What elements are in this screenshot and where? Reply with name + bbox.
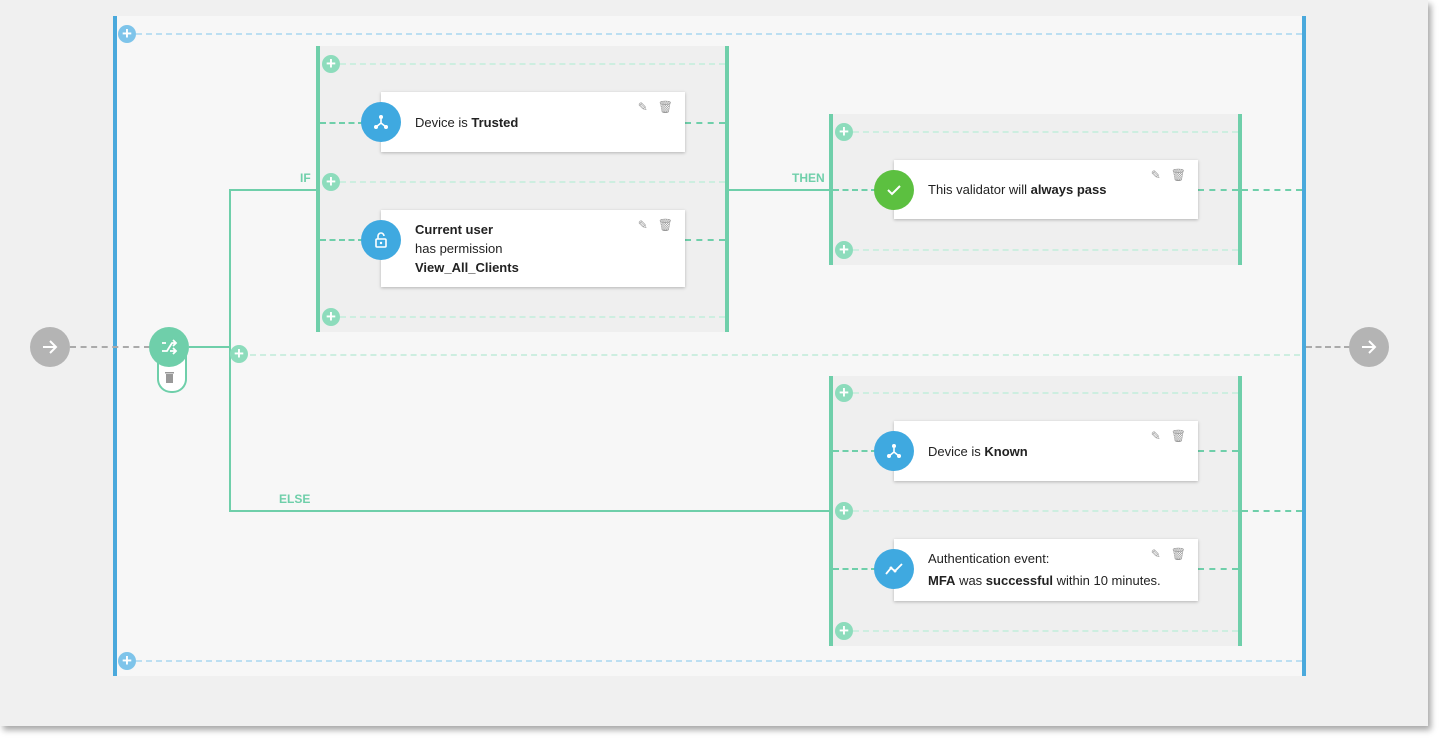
permission-card[interactable]: Current user has permission View_All_Cli…	[381, 210, 685, 287]
known-connector-left	[833, 450, 877, 452]
else-label: ELSE	[279, 492, 311, 506]
trusted-connector-right	[685, 122, 725, 124]
validator-card[interactable]: This validator will always pass ✎ 🗑	[894, 160, 1198, 219]
auth-event-text: Authentication event: MFA was successful…	[928, 551, 1161, 588]
permission-text: Current user has permission View_All_Cli…	[415, 222, 519, 275]
if-group-right-rail	[725, 46, 729, 332]
network-nodes-icon	[874, 431, 914, 471]
add-else-top-button[interactable]: +	[835, 384, 853, 402]
add-middle-button[interactable]: +	[230, 345, 248, 363]
device-trusted-text: Device is Trusted	[415, 115, 519, 130]
card-tools: ✎ 🗑	[628, 100, 673, 114]
card-tools: ✎ 🗑	[1141, 429, 1186, 443]
permission-connector-left	[320, 239, 364, 241]
delete-icon[interactable]: 🗑	[658, 100, 673, 114]
delete-icon[interactable]: 🗑	[1171, 547, 1186, 561]
if-line	[229, 189, 319, 191]
add-if-bottom-button[interactable]: +	[322, 308, 340, 326]
if-label: IF	[300, 171, 311, 185]
then-insert-line-2	[853, 249, 1238, 251]
branch-delete-icon[interactable]	[164, 371, 175, 386]
add-bottom-button[interactable]: +	[118, 652, 136, 670]
device-trusted-card[interactable]: Device is Trusted ✎ 🗑	[381, 92, 685, 152]
else-group-left-rail	[829, 376, 833, 646]
card-tools: ✎ 🗑	[1141, 547, 1186, 561]
add-else-middle-button[interactable]: +	[835, 502, 853, 520]
unlock-icon	[361, 220, 401, 260]
add-then-bottom-button[interactable]: +	[835, 241, 853, 259]
shuffle-icon[interactable]	[149, 327, 189, 367]
validator-connector-left	[833, 189, 877, 191]
delete-icon[interactable]: 🗑	[658, 218, 673, 232]
card-tools: ✎ 🗑	[1141, 168, 1186, 182]
validator-connector-right	[1198, 189, 1238, 191]
exit-connector	[1306, 346, 1350, 348]
add-if-middle-button[interactable]: +	[322, 173, 340, 191]
card-tools: ✎ 🗑	[628, 218, 673, 232]
if-insert-line-3	[340, 316, 725, 318]
if-insert-line-2	[340, 181, 725, 183]
then-line	[729, 189, 831, 191]
entry-connector	[70, 346, 150, 348]
delete-icon[interactable]: 🗑	[1171, 168, 1186, 182]
check-icon	[874, 170, 914, 210]
add-if-top-button[interactable]: +	[322, 55, 340, 73]
branch-out-line	[189, 346, 231, 348]
then-out-connector	[1242, 189, 1302, 191]
middle-insert-line	[250, 354, 1300, 356]
edit-icon[interactable]: ✎	[1151, 429, 1161, 443]
then-insert-line-1	[853, 131, 1238, 133]
add-then-top-button[interactable]: +	[835, 123, 853, 141]
top-insert-line	[136, 33, 1302, 35]
auth-event-card[interactable]: Authentication event: MFA was successful…	[894, 539, 1198, 601]
device-known-text: Device is Known	[928, 444, 1028, 459]
else-line	[229, 510, 832, 512]
auth-connector-right	[1198, 568, 1238, 570]
known-connector-right	[1198, 450, 1238, 452]
entry-arrow-icon[interactable]	[30, 327, 70, 367]
edit-icon[interactable]: ✎	[638, 218, 648, 232]
edit-icon[interactable]: ✎	[1151, 168, 1161, 182]
add-else-bottom-button[interactable]: +	[835, 622, 853, 640]
else-out-connector	[1242, 510, 1302, 512]
edit-icon[interactable]: ✎	[638, 100, 648, 114]
else-insert-line-3	[853, 630, 1238, 632]
add-top-button[interactable]: +	[118, 25, 136, 43]
trusted-connector-left	[320, 122, 364, 124]
validator-text: This validator will always pass	[928, 182, 1107, 197]
if-group-left-rail	[316, 46, 320, 332]
else-insert-line-1	[853, 392, 1238, 394]
delete-icon[interactable]: 🗑	[1171, 429, 1186, 443]
trend-line-icon	[874, 549, 914, 589]
then-label: THEN	[792, 171, 825, 185]
permission-connector-right	[685, 239, 725, 241]
device-known-card[interactable]: Device is Known ✎ 🗑	[894, 421, 1198, 481]
else-insert-line-2	[853, 510, 1238, 512]
auth-connector-left	[833, 568, 877, 570]
if-condition-group	[319, 46, 727, 332]
bottom-insert-line	[136, 660, 1302, 662]
exit-arrow-icon[interactable]	[1349, 327, 1389, 367]
network-nodes-icon	[361, 102, 401, 142]
edit-icon[interactable]: ✎	[1151, 547, 1161, 561]
if-insert-line-1	[340, 63, 725, 65]
